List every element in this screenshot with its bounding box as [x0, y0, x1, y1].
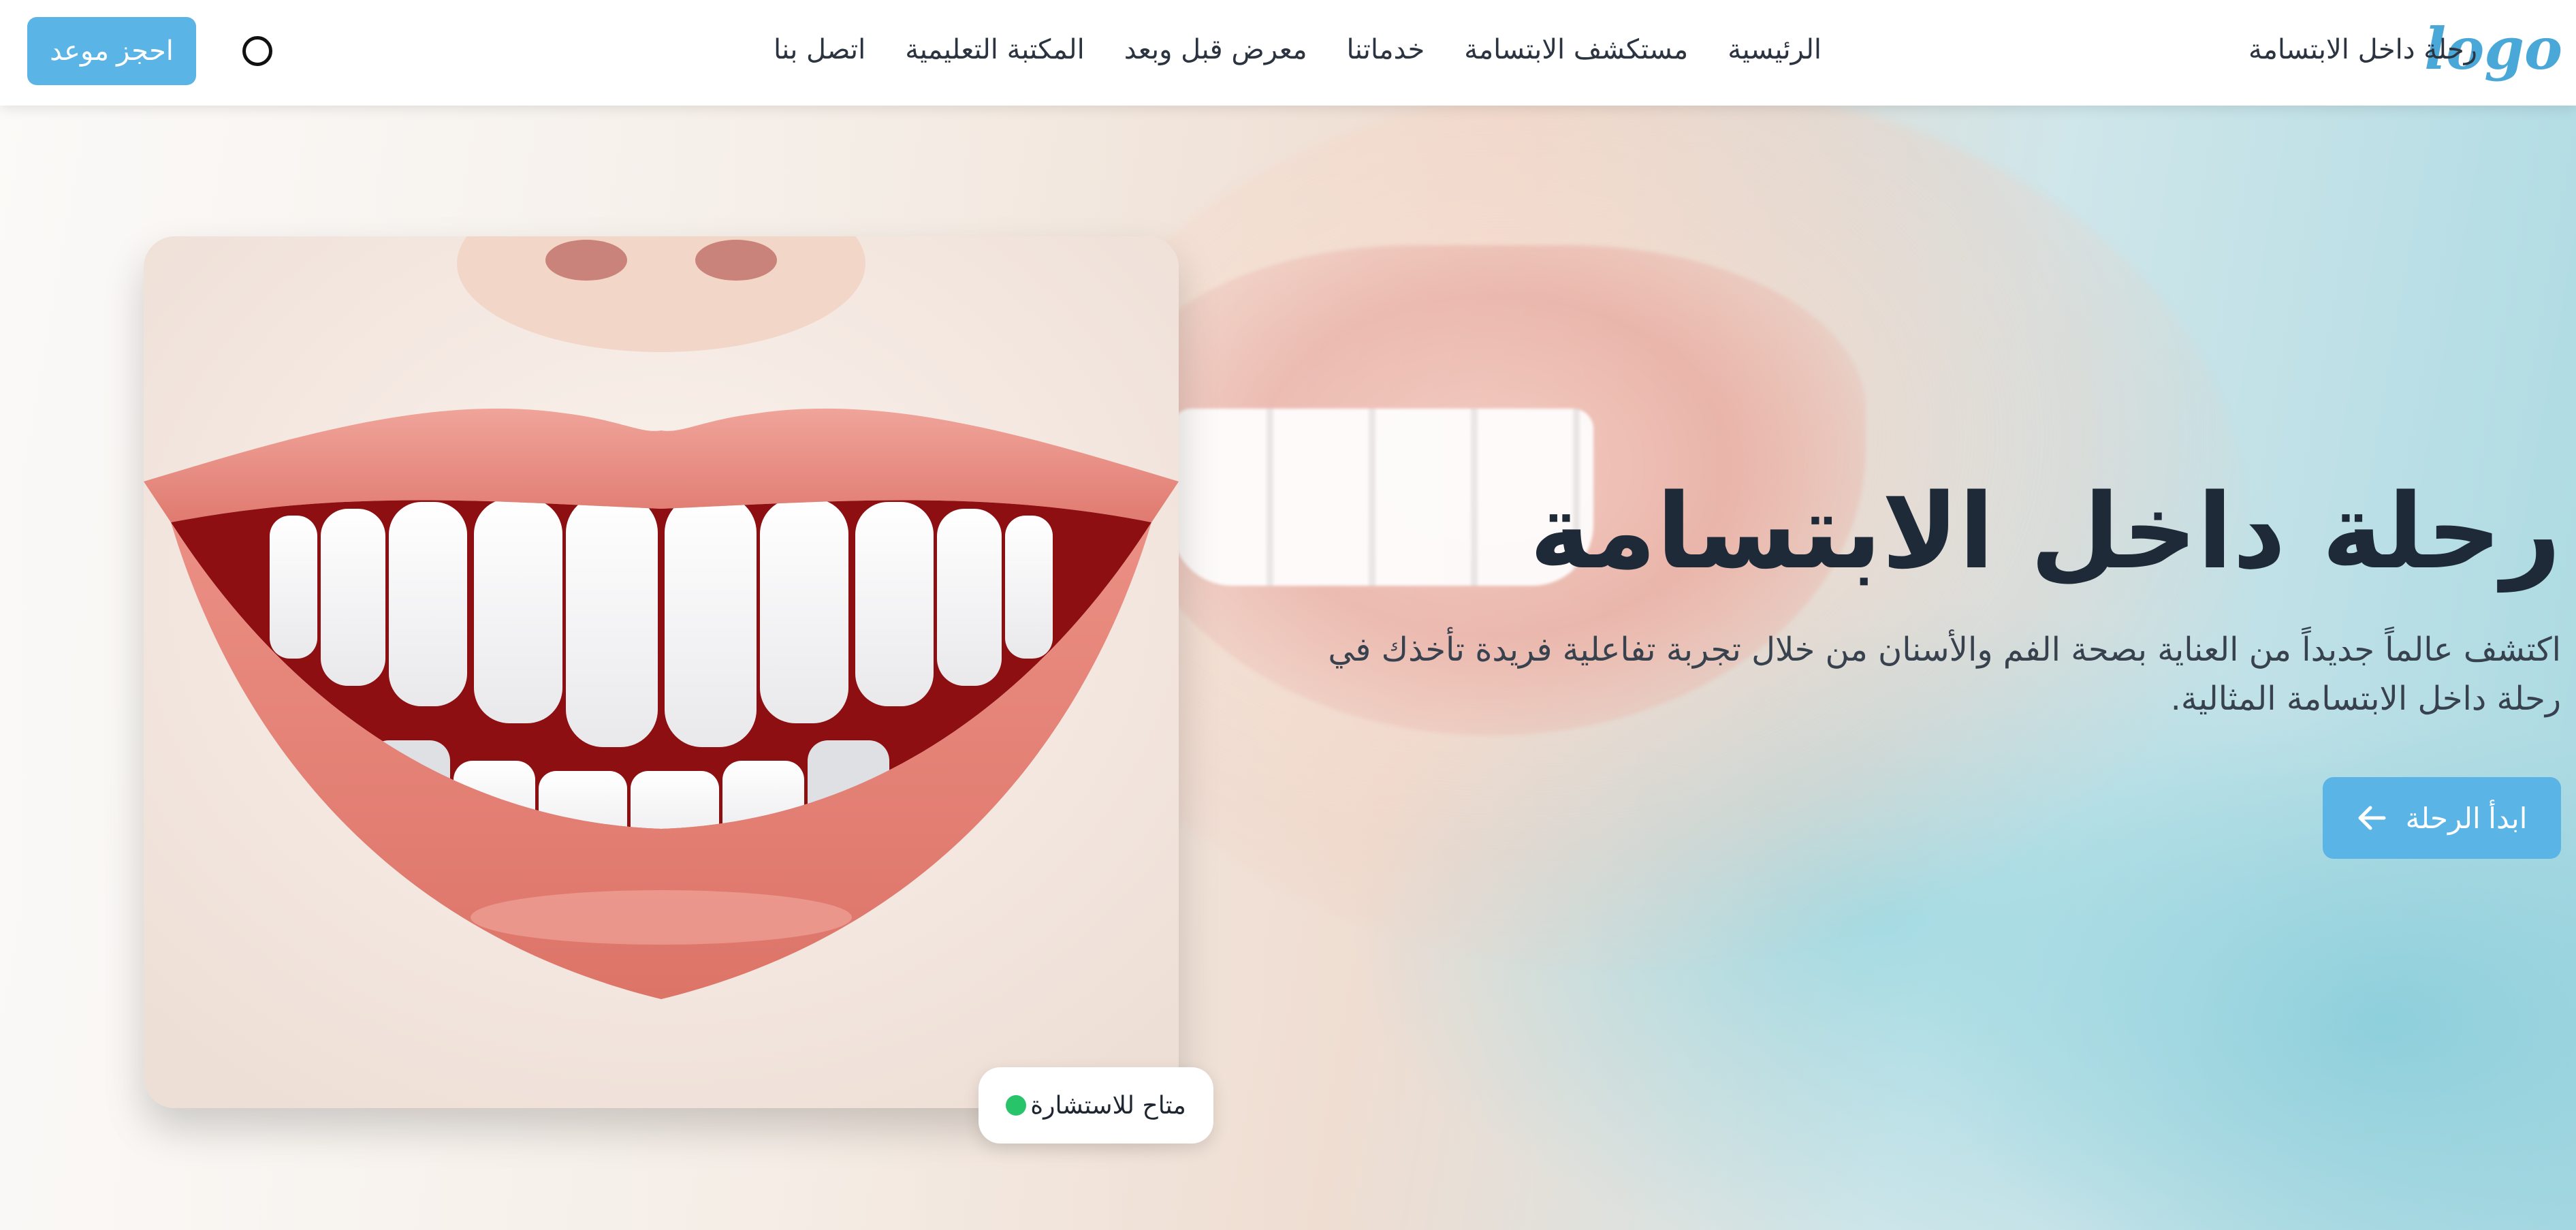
nav-link-library[interactable]: المكتبة التعليمية [905, 34, 1084, 75]
nav-link-services[interactable]: خدماتنا [1347, 34, 1425, 75]
navbar: logo رحلة داخل الابتسامة الرئيسية مستكشف… [0, 0, 2576, 106]
main-nav: الرئيسية مستكشف الابتسامة خدماتنا معرض ق… [732, 34, 1822, 75]
nav-link-before-after[interactable]: معرض قبل وبعد [1124, 34, 1307, 75]
nav-link-home[interactable]: الرئيسية [1728, 34, 1822, 75]
consultation-status-badge: متاح للاستشارة [979, 1067, 1213, 1144]
start-journey-button[interactable]: ابدأ الرحلة [2323, 777, 2561, 859]
nav-link-smile-explorer[interactable]: مستكشف الابتسامة [1464, 34, 1688, 75]
brand-name[interactable]: رحلة داخل الابتسامة [2248, 34, 2477, 65]
arrow-left-icon [2357, 804, 2387, 832]
status-label: متاح للاستشارة [1030, 1091, 1186, 1120]
status-dot-icon [1006, 1095, 1027, 1116]
nav-link-contact[interactable]: اتصل بنا [774, 34, 865, 75]
start-journey-label: ابدأ الرحلة [2405, 802, 2528, 834]
hero-title: رحلة داخل الابتسامة [1529, 471, 2561, 592]
smile-illustration [144, 236, 1179, 1108]
smile-image-card [144, 236, 1179, 1108]
theme-toggle-circle-icon[interactable] [242, 36, 272, 66]
book-appointment-button[interactable]: احجز موعد [27, 17, 196, 85]
hero-description: اكتشف عالماً جديداً من العناية بصحة الفم… [1328, 631, 2561, 718]
